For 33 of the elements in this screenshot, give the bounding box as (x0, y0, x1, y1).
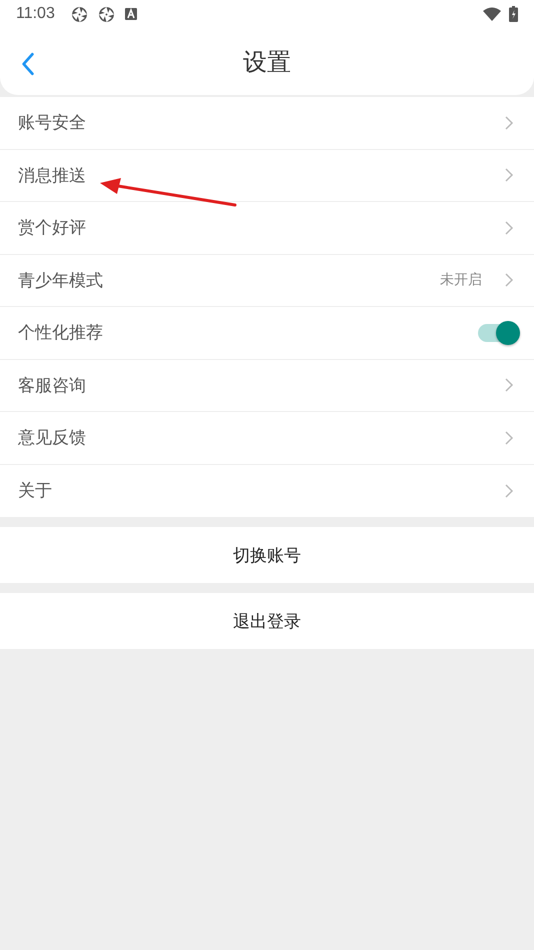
status-time: 11:03 (16, 5, 55, 23)
settings-item[interactable]: 青少年模式 未开启 (0, 254, 534, 307)
aperture-icon (70, 6, 88, 22)
setting-label: 关于 (18, 480, 53, 502)
setting-label: 意见反馈 (18, 427, 87, 450)
setting-label: 消息推送 (18, 164, 87, 187)
settings-item[interactable]: 客服咨询 (0, 360, 534, 412)
chevron-icon (504, 220, 514, 236)
page-title: 设置 (243, 46, 291, 78)
setting-label: 账号安全 (18, 112, 87, 134)
aperture-icon (98, 6, 115, 22)
chevron-icon (504, 167, 514, 184)
action-button[interactable]: 退出登录 (0, 593, 534, 649)
font-icon (124, 8, 137, 20)
settings-item[interactable]: 账号安全 (0, 97, 534, 150)
settings-item[interactable]: 赏个好评 (0, 202, 534, 254)
back-icon[interactable] (20, 51, 36, 77)
settings-item[interactable]: 个性化推荐 (0, 307, 534, 360)
action-button[interactable]: 切换账号 (0, 527, 534, 583)
chevron-icon (504, 114, 514, 131)
chevron-icon (504, 430, 514, 446)
setting-label: 青少年模式 (18, 270, 104, 292)
battery-icon (509, 6, 518, 22)
settings-item[interactable]: 意见反馈 (0, 412, 534, 464)
setting-label: 赏个好评 (18, 217, 87, 240)
wifi-icon (483, 7, 501, 21)
chevron-icon (504, 482, 514, 499)
settings-item[interactable]: 关于 (0, 464, 534, 517)
chevron-icon (504, 377, 514, 394)
setting-label: 个性化推荐 (18, 322, 104, 344)
chevron-icon (504, 272, 514, 288)
setting-value: 未开启 (440, 271, 482, 290)
setting-label: 客服咨询 (18, 374, 87, 397)
